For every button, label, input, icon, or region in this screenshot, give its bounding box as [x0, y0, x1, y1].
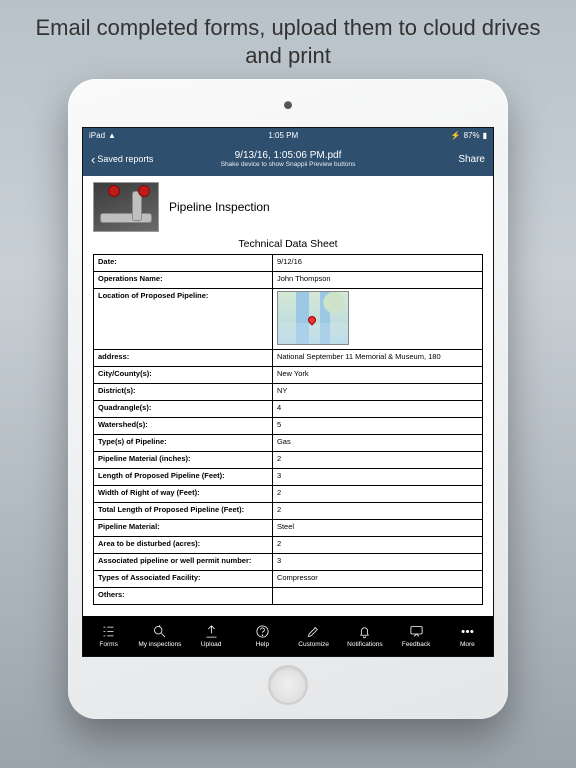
table-row: City/County(s):New York [94, 367, 483, 384]
field-label: Location of Proposed Pipeline: [94, 289, 273, 350]
form-thumbnail [93, 182, 159, 232]
field-label: Length of Proposed Pipeline (Feet): [94, 469, 273, 486]
tab-upload[interactable]: Upload [186, 616, 237, 656]
tab-label: Help [256, 641, 269, 648]
field-value [272, 289, 482, 350]
field-label: Types of Associated Facility: [94, 571, 273, 588]
form-title: Pipeline Inspection [169, 200, 270, 214]
field-label: Pipeline Material: [94, 520, 273, 537]
table-row: Associated pipeline or well permit numbe… [94, 554, 483, 571]
table-row: District(s):NY [94, 384, 483, 401]
field-label: Date: [94, 255, 273, 272]
map-thumbnail [277, 291, 349, 345]
tab-notifications[interactable]: Notifications [339, 616, 390, 656]
field-label: Associated pipeline or well permit numbe… [94, 554, 273, 571]
field-label: Area to be disturbed (acres): [94, 537, 273, 554]
nav-bar: ‹ Saved reports 9/13/16, 1:05:06 PM.pdf … [83, 142, 493, 176]
field-label: Total Length of Proposed Pipeline (Feet)… [94, 503, 273, 520]
tab-help[interactable]: Help [237, 616, 288, 656]
field-label: address: [94, 350, 273, 367]
field-value [272, 588, 482, 605]
home-button[interactable] [268, 665, 308, 705]
tab-my-inspections[interactable]: My inspections [134, 616, 185, 656]
field-label: City/County(s): [94, 367, 273, 384]
promo-headline: Email completed forms, upload them to cl… [0, 0, 576, 75]
field-value: New York [272, 367, 482, 384]
field-value: Gas [272, 435, 482, 452]
tab-bar: Forms My inspections Upload Help Customize No… [83, 616, 493, 656]
tab-customize[interactable]: Customize [288, 616, 339, 656]
device-frame: iPad ▲ 1:05 PM ⚡ 87% ▮ ‹ Saved reports 9… [68, 79, 508, 719]
field-value: 9/12/16 [272, 255, 482, 272]
table-row: Pipeline Material (inches):2 [94, 452, 483, 469]
field-value: 2 [272, 503, 482, 520]
field-label: Others: [94, 588, 273, 605]
field-label: Width of Right of way (Feet): [94, 486, 273, 503]
tab-label: Notifications [347, 641, 382, 648]
tab-label: Feedback [402, 641, 431, 648]
table-row: Types of Associated Facility:Compressor [94, 571, 483, 588]
share-button[interactable]: Share [458, 154, 485, 165]
sheet-title: Technical Data Sheet [93, 238, 483, 250]
field-value: 5 [272, 418, 482, 435]
table-row: Location of Proposed Pipeline: [94, 289, 483, 350]
field-value: Steel [272, 520, 482, 537]
tab-more[interactable]: More [442, 616, 493, 656]
table-row: Area to be disturbed (acres):2 [94, 537, 483, 554]
carrier-label: iPad [89, 131, 105, 140]
field-value: 2 [272, 486, 482, 503]
device-screen: iPad ▲ 1:05 PM ⚡ 87% ▮ ‹ Saved reports 9… [82, 127, 494, 657]
wifi-icon: ▲ [108, 131, 116, 140]
field-value: 3 [272, 554, 482, 571]
field-value: Compressor [272, 571, 482, 588]
back-button[interactable]: ‹ Saved reports [91, 153, 153, 166]
field-label: Quadrangle(s): [94, 401, 273, 418]
chevron-left-icon: ‹ [91, 153, 95, 166]
table-row: Date:9/12/16 [94, 255, 483, 272]
table-row: address:National September 11 Memorial &… [94, 350, 483, 367]
table-row: Width of Right of way (Feet):2 [94, 486, 483, 503]
document-viewport[interactable]: Pipeline Inspection Technical Data Sheet… [83, 176, 493, 616]
field-label: District(s): [94, 384, 273, 401]
back-label: Saved reports [97, 154, 153, 164]
tab-forms[interactable]: Forms [83, 616, 134, 656]
tab-label: Customize [298, 641, 329, 648]
tab-feedback[interactable]: Feedback [391, 616, 442, 656]
table-row: Length of Proposed Pipeline (Feet):3 [94, 469, 483, 486]
table-row: Operations Name:John Thompson [94, 272, 483, 289]
tab-label: More [460, 641, 475, 648]
charging-icon: ⚡ [451, 131, 461, 140]
table-row: Type(s) of Pipeline:Gas [94, 435, 483, 452]
field-label: Operations Name: [94, 272, 273, 289]
table-row: Watershed(s):5 [94, 418, 483, 435]
field-value: NY [272, 384, 482, 401]
device-camera [284, 101, 292, 109]
table-row: Pipeline Material:Steel [94, 520, 483, 537]
field-label: Type(s) of Pipeline: [94, 435, 273, 452]
field-value: John Thompson [272, 272, 482, 289]
tab-label: Forms [99, 641, 117, 648]
tab-label: Upload [201, 641, 222, 648]
field-value: 2 [272, 452, 482, 469]
status-bar: iPad ▲ 1:05 PM ⚡ 87% ▮ [83, 128, 493, 142]
battery-icon: ▮ [483, 131, 487, 140]
data-table: Date:9/12/16Operations Name:John Thompso… [93, 254, 483, 605]
table-row: Others: [94, 588, 483, 605]
field-value: 4 [272, 401, 482, 418]
field-value: 2 [272, 537, 482, 554]
field-label: Pipeline Material (inches): [94, 452, 273, 469]
table-row: Quadrangle(s):4 [94, 401, 483, 418]
battery-percent: 87% [464, 131, 480, 140]
field-value: National September 11 Memorial & Museum,… [272, 350, 482, 367]
table-row: Total Length of Proposed Pipeline (Feet)… [94, 503, 483, 520]
field-value: 3 [272, 469, 482, 486]
field-label: Watershed(s): [94, 418, 273, 435]
clock: 1:05 PM [268, 131, 298, 140]
tab-label: My inspections [138, 641, 181, 648]
